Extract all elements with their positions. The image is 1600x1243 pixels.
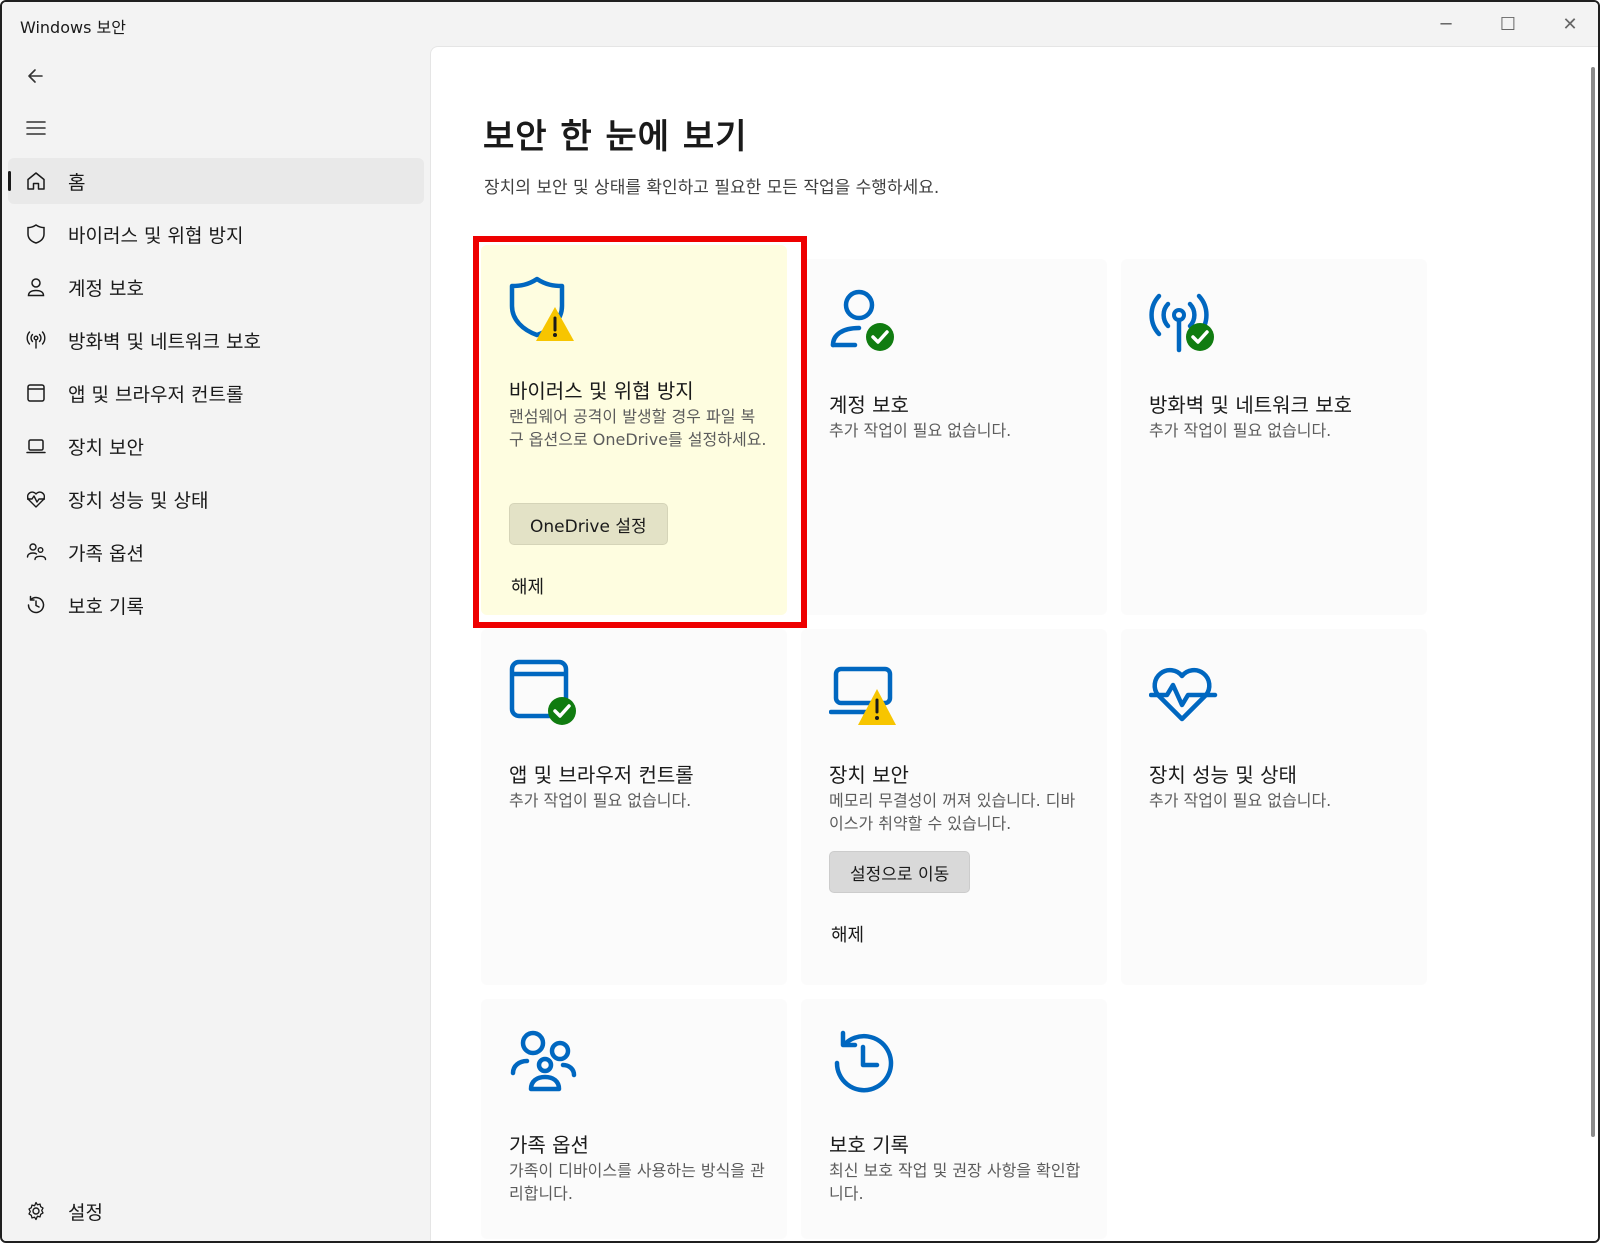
wireless-icon bbox=[26, 331, 46, 349]
sidebar-item-label: 가족 옵션 bbox=[68, 542, 144, 565]
sidebar-item-device-security[interactable]: 장치 보안 bbox=[8, 423, 424, 469]
laptop-warning-icon bbox=[829, 666, 896, 725]
card-title: 가족 옵션 bbox=[509, 1133, 589, 1157]
back-button[interactable] bbox=[20, 60, 52, 92]
card-firewall[interactable]: 방화벽 및 네트워크 보호 추가 작업이 필요 없습니다. bbox=[1121, 259, 1427, 615]
sidebar-item-home[interactable]: 홈 bbox=[8, 158, 424, 204]
app-window-icon bbox=[27, 384, 45, 402]
card-description: 추가 작업이 필요 없습니다. bbox=[829, 421, 1012, 440]
card-title: 보호 기록 bbox=[829, 1133, 909, 1157]
card-description: 추가 작업이 필요 없습니다. bbox=[509, 791, 692, 810]
app-title: Windows 보안 bbox=[20, 18, 126, 37]
shield-icon bbox=[27, 224, 45, 244]
card-title: 장치 성능 및 상태 bbox=[1149, 763, 1297, 787]
card-description: 메모리 무결성이 꺼져 있습니다. 디바이스가 취약할 수 있습니다. bbox=[829, 791, 1076, 833]
sidebar-item-settings[interactable]: 설정 bbox=[8, 1188, 424, 1234]
windows-security-window: Windows 보안 ─ ☐ ✕ 홈 바이러스 및 위협 방지 계정 보호 방화… bbox=[0, 0, 1600, 1243]
main-content: 보안 한 눈에 보기 장치의 보안 및 상태를 확인하고 필요한 모든 작업을 … bbox=[430, 46, 1598, 1241]
card-description: 가족이 디바이스를 사용하는 방식을 관리합니다. bbox=[509, 1161, 765, 1203]
card-title: 바이러스 및 위협 방지 bbox=[509, 379, 694, 403]
sidebar-item-label: 홈 bbox=[68, 171, 86, 194]
maximize-icon: ☐ bbox=[1499, 13, 1517, 35]
sidebar-item-label: 장치 보안 bbox=[68, 436, 144, 459]
dismiss-link[interactable]: 해제 bbox=[831, 921, 864, 947]
card-app-browser[interactable]: 앱 및 브라우저 컨트롤 추가 작업이 필요 없습니다. bbox=[481, 629, 787, 985]
back-arrow-icon bbox=[28, 69, 43, 83]
go-to-settings-button[interactable]: 설정으로 이동 bbox=[829, 851, 971, 893]
card-protection-history[interactable]: 보호 기록 최신 보호 작업 및 권장 사항을 확인합니다. bbox=[801, 999, 1107, 1239]
card-title: 방화벽 및 네트워크 보호 bbox=[1149, 393, 1353, 417]
hamburger-icon bbox=[26, 121, 46, 135]
sidebar-item-label: 보호 기록 bbox=[68, 595, 144, 618]
minimize-button[interactable]: ─ bbox=[1426, 10, 1466, 38]
laptop-icon bbox=[26, 439, 46, 454]
heart-pulse-icon bbox=[26, 491, 46, 508]
card-family[interactable]: 가족 옵션 가족이 디바이스를 사용하는 방식을 관리합니다. bbox=[481, 999, 787, 1239]
person-icon bbox=[27, 278, 45, 297]
card-description: 최신 보호 작업 및 권장 사항을 확인합니다. bbox=[829, 1161, 1081, 1203]
card-title: 계정 보호 bbox=[829, 393, 909, 417]
hamburger-menu-button[interactable] bbox=[20, 112, 52, 144]
home-icon bbox=[27, 172, 45, 190]
wireless-check-icon bbox=[1149, 293, 1214, 353]
card-description: 랜섬웨어 공격이 발생할 경우 파일 복구 옵션으로 OneDrive를 설정하… bbox=[509, 407, 767, 449]
page-title: 보안 한 눈에 보기 bbox=[483, 117, 748, 157]
card-title: 장치 보안 bbox=[829, 763, 909, 787]
family-icon bbox=[26, 543, 47, 561]
history-icon bbox=[27, 595, 45, 614]
nav-list: 홈 바이러스 및 위협 방지 계정 보호 방화벽 및 네트워크 보호 앱 및 브… bbox=[8, 158, 424, 635]
sidebar-item-label: 앱 및 브라우저 컨트롤 bbox=[68, 383, 244, 406]
sidebar-item-label: 방화벽 및 네트워크 보호 bbox=[68, 330, 261, 353]
minimize-icon: ─ bbox=[1440, 13, 1452, 35]
card-device-health[interactable]: 장치 성능 및 상태 추가 작업이 필요 없습니다. bbox=[1121, 629, 1427, 985]
sidebar-item-label: 장치 성능 및 상태 bbox=[68, 489, 209, 512]
card-title: 앱 및 브라우저 컨트롤 bbox=[509, 763, 694, 787]
sidebar-item-virus-protection[interactable]: 바이러스 및 위협 방지 bbox=[8, 211, 424, 257]
gear-icon bbox=[28, 1201, 44, 1221]
shield-warning-icon bbox=[509, 276, 574, 341]
person-check-icon bbox=[830, 289, 894, 351]
sidebar-item-device-health[interactable]: 장치 성능 및 상태 bbox=[8, 476, 424, 522]
close-button[interactable]: ✕ bbox=[1550, 10, 1590, 38]
family-icon bbox=[510, 1030, 577, 1092]
sidebar-item-family[interactable]: 가족 옵션 bbox=[8, 529, 424, 575]
sidebar-item-account-protection[interactable]: 계정 보호 bbox=[8, 264, 424, 310]
heart-pulse-icon bbox=[1149, 667, 1218, 722]
card-device-security[interactable]: 장치 보안 메모리 무결성이 꺼져 있습니다. 디바이스가 취약할 수 있습니다… bbox=[801, 629, 1107, 985]
sidebar-item-app-browser[interactable]: 앱 및 브라우저 컨트롤 bbox=[8, 370, 424, 416]
history-icon bbox=[834, 1030, 894, 1093]
onedrive-setup-button[interactable]: OneDrive 설정 bbox=[509, 503, 668, 545]
maximize-button[interactable]: ☐ bbox=[1488, 10, 1528, 38]
sidebar-item-label: 설정 bbox=[68, 1201, 103, 1224]
card-description: 추가 작업이 필요 없습니다. bbox=[1149, 421, 1332, 440]
card-description: 추가 작업이 필요 없습니다. bbox=[1149, 791, 1332, 810]
sidebar-item-label: 바이러스 및 위협 방지 bbox=[68, 224, 244, 247]
card-virus-protection[interactable]: 바이러스 및 위협 방지 랜섬웨어 공격이 발생할 경우 파일 복구 옵션으로 … bbox=[481, 245, 787, 615]
app-window-check-icon bbox=[509, 659, 576, 725]
sidebar-item-firewall[interactable]: 방화벽 및 네트워크 보호 bbox=[8, 317, 424, 363]
close-icon: ✕ bbox=[1562, 13, 1578, 35]
page-subtitle: 장치의 보안 및 상태를 확인하고 필요한 모든 작업을 수행하세요. bbox=[484, 178, 940, 198]
card-account-protection[interactable]: 계정 보호 추가 작업이 필요 없습니다. bbox=[801, 259, 1107, 615]
sidebar-item-protection-history[interactable]: 보호 기록 bbox=[8, 582, 424, 628]
sidebar-item-label: 계정 보호 bbox=[68, 277, 144, 300]
title-bar: Windows 보안 ─ ☐ ✕ bbox=[2, 2, 1598, 46]
sidebar: 홈 바이러스 및 위협 방지 계정 보호 방화벽 및 네트워크 보호 앱 및 브… bbox=[2, 46, 428, 1241]
scrollbar[interactable] bbox=[1591, 67, 1595, 1137]
dismiss-link[interactable]: 해제 bbox=[511, 573, 544, 599]
